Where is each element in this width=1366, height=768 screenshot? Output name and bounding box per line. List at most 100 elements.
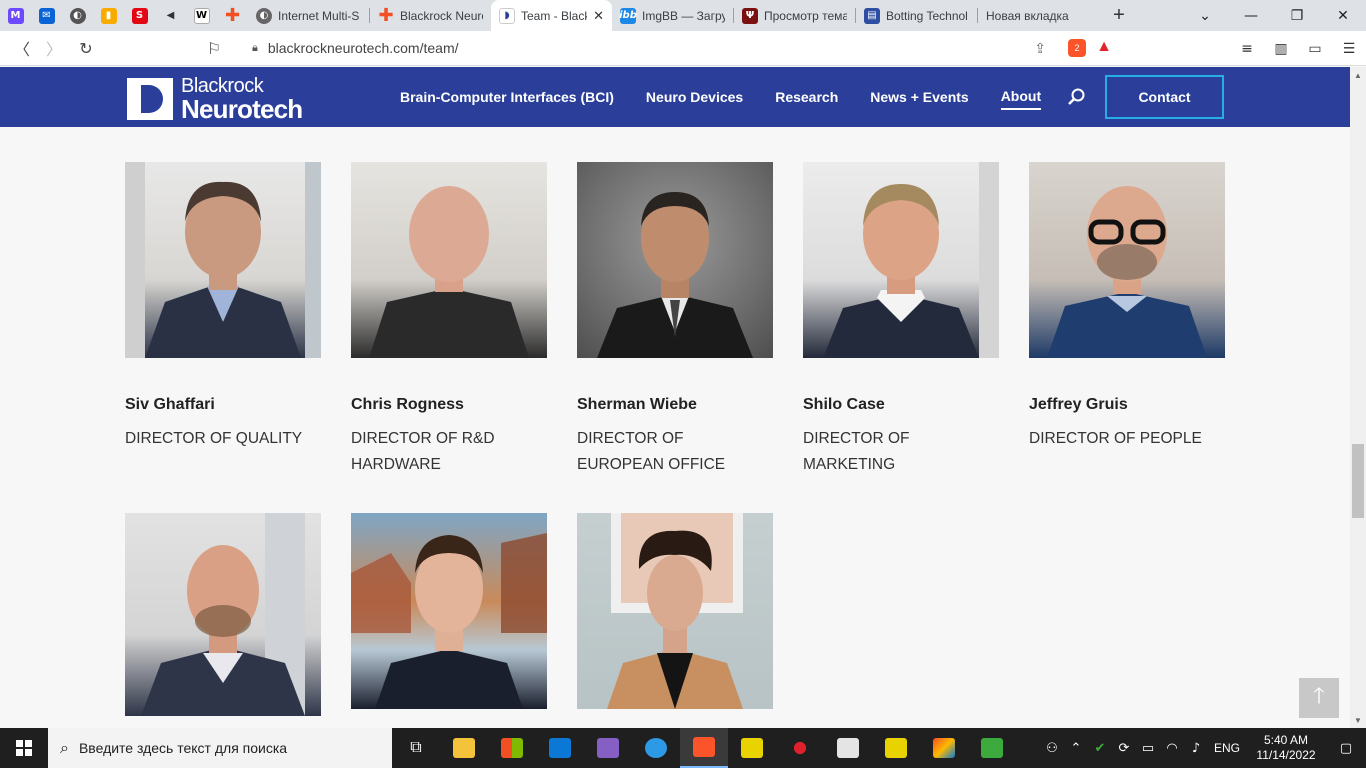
brave-rewards-icon[interactable]: ▲	[1096, 38, 1112, 56]
pinned-tab-mail[interactable]: ✉	[31, 0, 62, 31]
team-member-card[interactable]: Shilo Case DIRECTOR OF MARKETING	[803, 162, 999, 478]
toolbar-right: ≡ ▥ ▭ ☰	[1230, 31, 1366, 66]
bookmark-icon[interactable]: ⚐	[198, 32, 230, 64]
close-tab-icon[interactable]: ✕	[593, 8, 604, 24]
clock[interactable]: 5:40 AM 11/14/2022	[1246, 733, 1326, 763]
show-hidden-icons[interactable]: ⌃	[1064, 741, 1088, 756]
update-icon[interactable]: ⟳	[1112, 741, 1136, 756]
notifications-icon[interactable]: ▢	[1326, 741, 1366, 756]
pinned-tab-wikipedia[interactable]: W	[186, 0, 217, 31]
plus-icon: ✚	[378, 5, 394, 26]
security-icon[interactable]: ✔	[1088, 741, 1112, 756]
nav-research[interactable]: Research	[775, 85, 838, 109]
psi-icon: Ψ	[742, 7, 758, 24]
member-role: DIRECTOR OF EUROPEAN OFFICE	[577, 430, 726, 473]
app-sheet-icon[interactable]	[824, 728, 872, 768]
page-scrollbar[interactable]: ▲ ▼	[1350, 67, 1366, 728]
app-chart-icon[interactable]	[968, 728, 1016, 768]
member-photo	[577, 162, 773, 358]
mail-app-icon[interactable]	[536, 728, 584, 768]
tab-title: Team - Blackrock	[521, 8, 587, 23]
language-indicator[interactable]: ENG	[1208, 741, 1246, 755]
wallet-icon[interactable]: ▭	[1298, 31, 1332, 66]
mail-icon: ✉	[38, 7, 55, 24]
tab-search-icon[interactable]: ⌄	[1182, 0, 1228, 31]
team-member-card[interactable]: Chris Rogness DIRECTOR OF R&D HARDWARE	[351, 162, 547, 478]
browser-tab-bar: M ✉ ◐ ▮ S ◀ W ✚ ◐ Internet Multi-S ✚ Bla…	[0, 0, 1366, 31]
clock-date: 11/14/2022	[1256, 748, 1316, 762]
nav-about[interactable]: About	[1000, 84, 1042, 110]
file-explorer-icon[interactable]	[440, 728, 488, 768]
member-photo[interactable]	[125, 513, 321, 716]
pinned-tab-analytics[interactable]: ▮	[93, 0, 124, 31]
app-yellow-icon[interactable]	[728, 728, 776, 768]
member-photo	[125, 162, 321, 358]
nav-neuro-devices[interactable]: Neuro Devices	[646, 85, 743, 109]
nav-news-events[interactable]: News + Events	[870, 85, 968, 109]
visual-studio-icon[interactable]	[584, 728, 632, 768]
share-icon[interactable]: ⇪	[1034, 40, 1046, 57]
contact-button[interactable]: Contact	[1105, 75, 1224, 119]
tab-0[interactable]: ◐ Internet Multi-S	[248, 0, 369, 31]
reading-list-icon[interactable]: ≡	[1230, 31, 1264, 66]
pinned-tab-proton[interactable]: M	[0, 0, 31, 31]
tab-title: Новая вкладка	[986, 8, 1069, 23]
start-button[interactable]	[0, 728, 48, 768]
forward-button[interactable]: 〉	[38, 32, 70, 64]
nav-bci[interactable]: Brain-Computer Interfaces (BCI)	[400, 85, 614, 109]
tab-4[interactable]: Ψ Просмотр тема	[734, 0, 855, 31]
search-icon[interactable]	[1067, 87, 1087, 107]
member-photo[interactable]	[577, 513, 773, 709]
tab-3[interactable]: ibb ImgBB — Загру	[612, 0, 733, 31]
clock-time: 5:40 AM	[1263, 733, 1309, 747]
plus-icon: ✚	[224, 5, 241, 26]
close-window-button[interactable]: ✕	[1320, 0, 1366, 31]
task-view-icon[interactable]: ⧉	[392, 728, 440, 768]
pinned-tab-globe[interactable]: ◐	[62, 0, 93, 31]
pinned-tab-plus[interactable]: ✚	[217, 0, 248, 31]
member-role: DIRECTOR OF R&D HARDWARE	[351, 430, 495, 473]
scrollbar-thumb[interactable]	[1352, 444, 1364, 518]
scroll-down-icon[interactable]: ▼	[1350, 712, 1366, 728]
reload-button[interactable]: ↻	[70, 32, 102, 64]
taskbar-search-placeholder: Введите здесь текст для поиска	[78, 740, 288, 756]
wifi-icon[interactable]: ◠	[1160, 741, 1184, 756]
member-photo	[1029, 162, 1225, 358]
address-bar[interactable]: 🔒︎ blackrockneurotech.com/team/ ⇪ 2 ▲	[236, 34, 1130, 62]
scroll-up-icon[interactable]: ▲	[1350, 67, 1366, 83]
team-member-card[interactable]: Sherman Wiebe DIRECTOR OF EUROPEAN OFFIC…	[577, 162, 773, 478]
team-member-card[interactable]: Siv Ghaffari DIRECTOR OF QUALITY	[125, 162, 321, 452]
member-photo[interactable]	[351, 513, 547, 709]
people-icon[interactable]: ⚇	[1040, 741, 1064, 756]
brave-taskbar-icon[interactable]	[680, 728, 728, 768]
back-to-top-button[interactable]: 🡑︎	[1299, 678, 1339, 718]
app-red-dots-icon[interactable]	[776, 728, 824, 768]
site-header: Blackrock Neurotech Brain-Computer Inter…	[0, 67, 1350, 127]
site-logo[interactable]: Blackrock Neurotech	[127, 76, 303, 122]
team-member-card[interactable]: Jeffrey Gruis DIRECTOR OF PEOPLE	[1029, 162, 1225, 452]
back-button[interactable]: 〈	[6, 32, 38, 64]
pinned-tab-bank[interactable]: S	[124, 0, 155, 31]
menu-icon[interactable]: ☰	[1332, 31, 1366, 66]
pinned-tab-audio[interactable]: ◀	[155, 0, 186, 31]
restore-button[interactable]: ❐	[1274, 0, 1320, 31]
battery-icon[interactable]: ▭	[1136, 741, 1160, 756]
app-yellow2-icon[interactable]	[872, 728, 920, 768]
app-colorful-icon[interactable]	[920, 728, 968, 768]
new-tab-button[interactable]: +	[1099, 0, 1139, 31]
store-icon[interactable]	[488, 728, 536, 768]
member-role: DIRECTOR OF PEOPLE	[1029, 430, 1202, 447]
tab-6[interactable]: Новая вкладка	[978, 0, 1099, 31]
speaker-icon: ◀	[166, 10, 175, 21]
analytics-icon: ▮	[100, 7, 117, 24]
taskbar-search[interactable]: ⌕ Введите здесь текст для поиска	[48, 728, 392, 768]
sidebar-icon[interactable]: ▥	[1264, 31, 1298, 66]
volume-icon[interactable]: ♪	[1184, 741, 1208, 756]
tab-5[interactable]: ▤ Botting Technol	[856, 0, 977, 31]
edge-icon[interactable]	[632, 728, 680, 768]
minimize-button[interactable]: —	[1228, 0, 1274, 31]
tab-2[interactable]: ◗ Team - Blackrock ✕	[491, 0, 612, 31]
member-role: DIRECTOR OF MARKETING	[803, 430, 910, 473]
brave-shields-icon[interactable]: 2	[1068, 39, 1086, 57]
tab-1[interactable]: ✚ Blackrock Neuro	[370, 0, 491, 31]
